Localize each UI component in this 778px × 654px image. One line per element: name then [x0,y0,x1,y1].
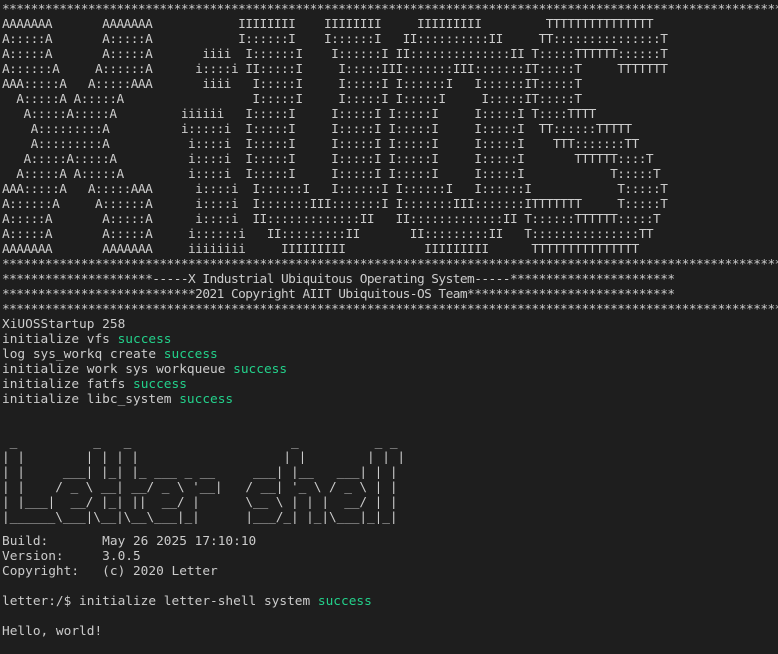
boot-text: initialize libc_system [2,392,180,407]
logo-line: |______\___|\__|\__\___|_| |___/_| |_|\_… [2,510,398,525]
boot-text: initialize work sys workqueue [2,362,234,377]
boot-line: initialize fatfs success [2,377,778,392]
banner-line: A::::::A A::::::A i::::i II:::::I I:::::… [2,62,668,77]
banner-line: A:::::::::A i:::::i I:::::I I:::::I I:::… [2,122,633,137]
boot-status: success [163,347,218,362]
boot-status: success [233,362,288,377]
banner-line: ****************************************… [2,2,778,17]
shell-init-line: letter:/$ initialize letter-shell system… [2,594,778,609]
banner-line: A:::::A A:::::A i::::::i II:::::::::II I… [2,227,654,242]
boot-log: XiUOSStartup 258 initialize vfs success … [2,317,778,407]
boot-line: log sys_workq create success [2,347,778,362]
boot-text: log sys_workq create [2,347,164,362]
letter-shell-logo: _ _ _ _ _ _ | | | | | | | | | | | | | __… [2,435,778,525]
terminal-window[interactable]: ****************************************… [0,0,778,654]
banner-line: A:::::A A:::::A iiii I::::::I I::::::I I… [2,47,668,62]
version-line: Version: 3.0.5 [2,549,141,564]
boot-status: success [179,392,234,407]
banner-line: ***************************2021 Copyrigh… [2,287,675,302]
banner-line: A::::::A A::::::A i::::i I:::::::III::::… [2,197,668,212]
build-line: Build: May 26 2025 17:10:10 [2,534,257,549]
banner-line: A:::::A A:::::A i::::i II:::::::::::::II… [2,212,661,227]
banner-line: ****************************************… [2,302,778,317]
build-info: Build: May 26 2025 17:10:10 Version: 3.0… [2,534,778,579]
init-text: initialize letter-shell system [79,594,318,609]
logo-line: | |___| __/ |_| || __/ | \__ \ | | | __/… [2,495,398,510]
banner-line: A:::::A:::::A i::::i I:::::I I:::::I I::… [2,152,654,167]
logo-line: | | | | | | | | | | | [2,450,406,465]
boot-text: initialize vfs [2,332,118,347]
boot-line: initialize work sys workqueue success [2,362,778,377]
banner-line: A:::::A A:::::A i::::i I:::::I I:::::I I… [2,167,661,182]
banner-line: *********************-----X Industrial U… [2,272,675,287]
banner-line: AAA:::::A A:::::AAA i::::i I::::::I I:::… [2,182,668,197]
logo-line: | | ___| |_| |_ ___ _ __ ___| |__ ___| |… [2,465,398,480]
hello-output: Hello, world! [2,624,103,639]
xiuos-banner: ****************************************… [2,2,778,317]
banner-line: ****************************************… [2,257,778,272]
banner-line: AAAAAAA AAAAAAA iiiiiiii IIIIIIIII IIIII… [2,242,639,257]
boot-text: initialize fatfs [2,377,133,392]
boot-line: initialize libc_system success [2,392,778,407]
banner-line: A:::::A A:::::A I:::::I I:::::I I:::::I … [2,92,582,107]
boot-text: XiUOSStartup 258 [2,317,126,332]
banner-line: A:::::A:::::A iiiiii I:::::I I:::::I I::… [2,107,596,122]
banner-line: AAAAAAA AAAAAAA IIIIIIII IIIIIIII IIIIII… [2,17,654,32]
logo-line: | | / _ \ __| __/ _ \ '__| / __| '_ \ / … [2,480,398,495]
boot-line: initialize vfs success [2,332,778,347]
boot-line: XiUOSStartup 258 [2,317,778,332]
boot-status: success [117,332,172,347]
banner-line: A:::::::::A i::::i I:::::I I:::::I I::::… [2,137,640,152]
init-status: success [317,594,372,609]
prompt: letter:/$ [2,594,80,609]
boot-status: success [132,377,187,392]
banner-line: A:::::A A:::::A I::::::I I::::::I II::::… [2,32,668,47]
banner-line: AAA:::::A A:::::AAA iiii I:::::I I:::::I… [2,77,582,92]
copyright-line: Copyright: (c) 2020 Letter [2,564,218,579]
logo-line: _ _ _ _ _ _ [2,435,398,450]
